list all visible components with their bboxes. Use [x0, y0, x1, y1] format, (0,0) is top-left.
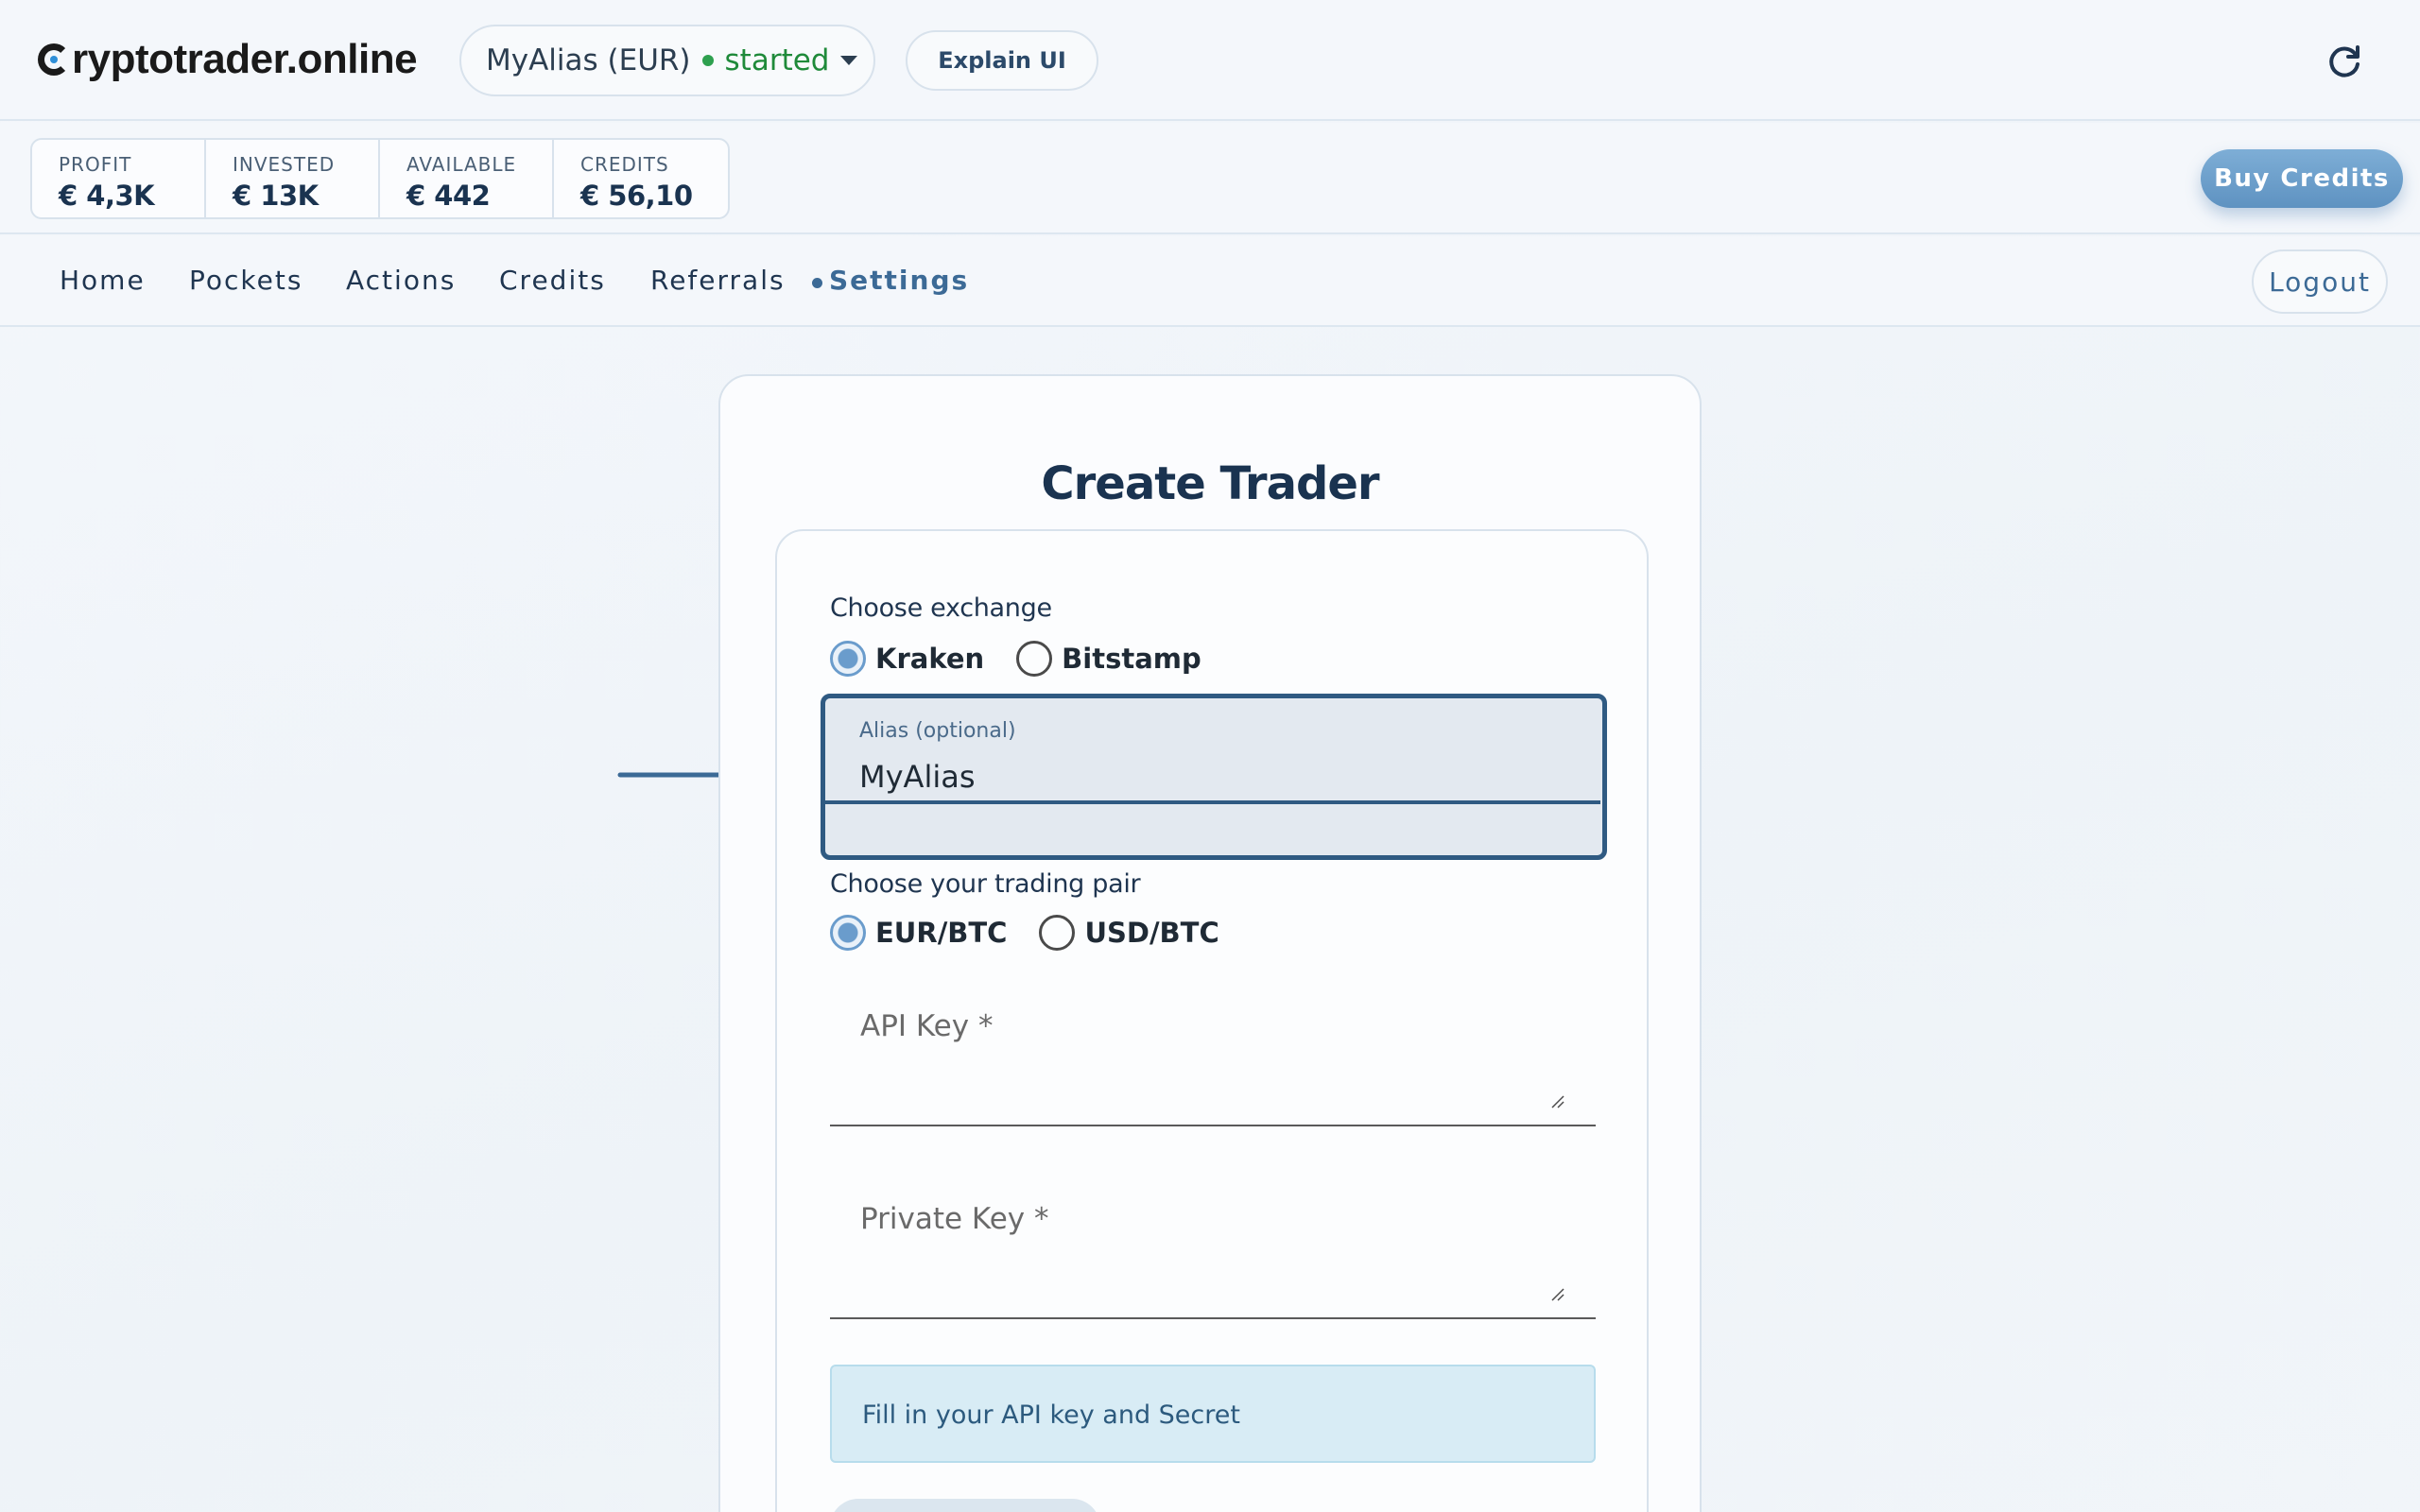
- nav-item-pockets[interactable]: Pockets: [189, 265, 302, 296]
- explain-ui-button[interactable]: Explain UI: [906, 30, 1098, 91]
- page-title: Create Trader: [1041, 457, 1379, 510]
- submit-button[interactable]: [830, 1499, 1100, 1512]
- alias-label: Alias (optional): [859, 719, 1016, 743]
- trading-pair-radio-group: EUR/BTC USD/BTC: [830, 915, 1252, 951]
- stat-value: € 13K: [233, 180, 319, 212]
- exchange-label: Choose exchange: [830, 593, 1052, 623]
- chevron-down-icon: [840, 56, 858, 65]
- private-key-field: Private Key *: [830, 1187, 1596, 1319]
- trader-status: started: [724, 43, 830, 77]
- stat-credits: CREDITS € 56,10: [554, 140, 728, 217]
- radio-kraken[interactable]: [830, 641, 866, 677]
- radio-bitstamp[interactable]: [1016, 641, 1053, 677]
- status-dot-icon: [701, 55, 714, 66]
- active-nav-dot-icon: [812, 278, 822, 288]
- logo-c-icon: [38, 43, 70, 76]
- resize-grip-icon[interactable]: [1550, 1094, 1565, 1109]
- create-trader-card: Create Trader Choose exchange Kraken Bit…: [718, 374, 1702, 1512]
- stat-value: € 4,3K: [59, 180, 155, 212]
- stat-label: PROFIT: [59, 153, 132, 176]
- nav-item-settings[interactable]: Settings: [829, 265, 969, 296]
- trading-pair-label: Choose your trading pair: [830, 869, 1141, 899]
- private-key-input[interactable]: [830, 1187, 1596, 1317]
- logo-text: ryptotrader.online: [72, 36, 418, 82]
- create-trader-form: Choose exchange Kraken Bitstamp Alias (o…: [775, 529, 1649, 1512]
- nav-item-actions[interactable]: Actions: [346, 265, 456, 296]
- stats-bar: PROFIT € 4,3K INVESTED € 13K AVAILABLE €…: [0, 123, 2420, 234]
- stat-invested: INVESTED € 13K: [206, 140, 380, 217]
- alias-field: Alias (optional): [821, 694, 1607, 860]
- refresh-icon[interactable]: [2324, 42, 2365, 83]
- radio-label-eur-btc: EUR/BTC: [875, 917, 1008, 949]
- nav-item-referrals[interactable]: Referrals: [650, 265, 786, 296]
- logo[interactable]: ryptotrader.online: [38, 36, 418, 83]
- radio-label-bitstamp: Bitstamp: [1062, 643, 1201, 675]
- radio-label-kraken: Kraken: [875, 643, 985, 675]
- radio-eur-btc[interactable]: [830, 915, 866, 951]
- nav-item-credits[interactable]: Credits: [499, 265, 606, 296]
- alias-input[interactable]: [825, 698, 1600, 804]
- buy-credits-button[interactable]: Buy Credits: [2201, 149, 2403, 208]
- exchange-radio-group: Kraken Bitstamp: [830, 641, 1234, 677]
- stats-panel: PROFIT € 4,3K INVESTED € 13K AVAILABLE €…: [30, 138, 730, 219]
- info-alert: Fill in your API key and Secret: [830, 1365, 1596, 1463]
- stat-label: CREDITS: [580, 153, 669, 176]
- logout-button[interactable]: Logout: [2252, 249, 2388, 314]
- api-key-input[interactable]: [830, 994, 1596, 1125]
- trader-alias: MyAlias (EUR): [486, 43, 691, 77]
- radio-usd-btc[interactable]: [1039, 915, 1076, 951]
- resize-grip-icon[interactable]: [1550, 1287, 1565, 1302]
- stat-label: AVAILABLE: [406, 153, 517, 176]
- trader-select[interactable]: MyAlias (EUR) started: [459, 25, 875, 96]
- main-nav: Home Pockets Actions Credits Referrals S…: [0, 236, 2420, 327]
- nav-item-home[interactable]: Home: [60, 265, 146, 296]
- api-key-field: API Key *: [830, 994, 1596, 1126]
- radio-label-usd-btc: USD/BTC: [1084, 917, 1219, 949]
- stat-value: € 442: [406, 180, 491, 212]
- stat-available: AVAILABLE € 442: [380, 140, 554, 217]
- stat-profit: PROFIT € 4,3K: [32, 140, 206, 217]
- stat-label: INVESTED: [233, 153, 336, 176]
- stat-value: € 56,10: [580, 180, 693, 212]
- top-bar: ryptotrader.online MyAlias (EUR) started…: [0, 0, 2420, 121]
